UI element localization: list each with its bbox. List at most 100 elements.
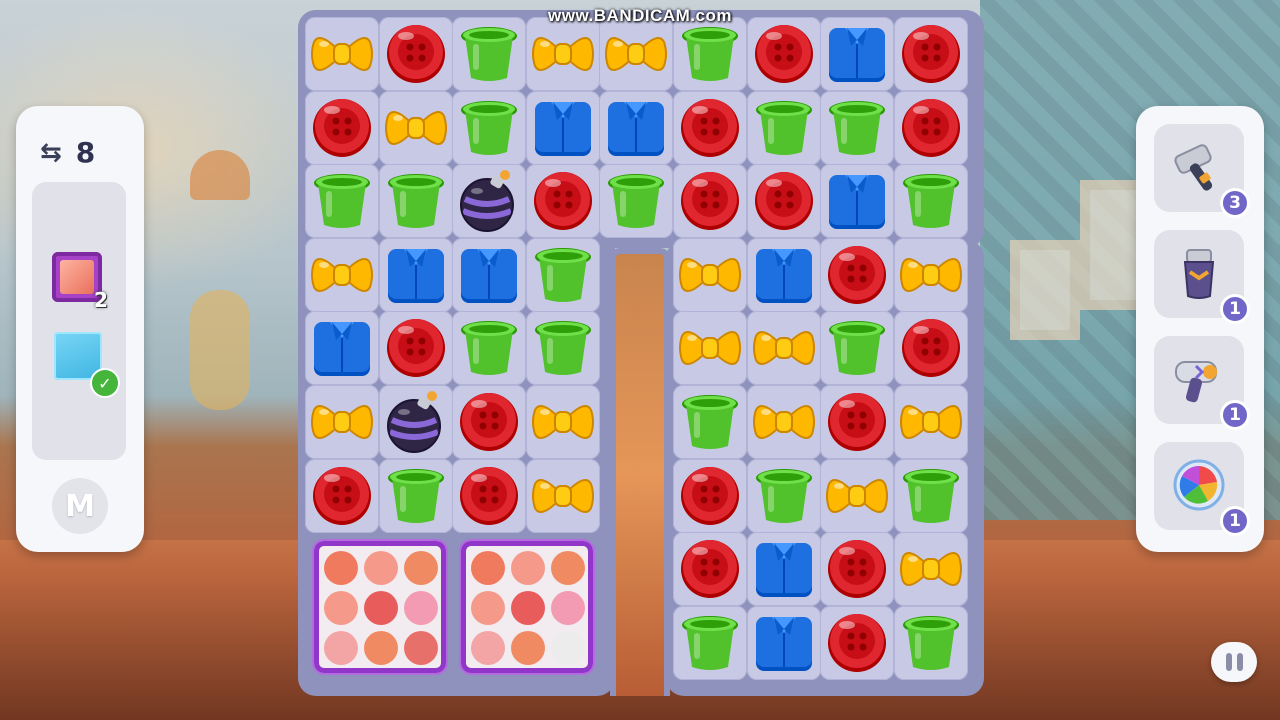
cup-piece[interactable]: [531, 316, 595, 380]
bow-piece[interactable]: [310, 243, 374, 307]
booster-hammer[interactable]: 3: [1154, 124, 1250, 218]
shirt-piece[interactable]: [825, 169, 889, 233]
button-piece[interactable]: [531, 169, 595, 233]
shirt-piece[interactable]: [604, 96, 668, 160]
pegboard-blocker: [461, 541, 594, 674]
bow-piece[interactable]: [752, 390, 816, 454]
bow-piece[interactable]: [384, 96, 448, 160]
cup-piece[interactable]: [678, 611, 742, 675]
bow-piece[interactable]: [752, 316, 816, 380]
recorder-watermark: www.BANDICAM.com: [548, 6, 732, 25]
bow-piece[interactable]: [678, 316, 742, 380]
bow-piece[interactable]: [531, 22, 595, 86]
button-piece[interactable]: [899, 316, 963, 380]
bow-piece[interactable]: [899, 243, 963, 307]
button-piece[interactable]: [752, 169, 816, 233]
cup-piece[interactable]: [752, 464, 816, 528]
button-piece[interactable]: [384, 316, 448, 380]
board-gap: [610, 248, 670, 696]
pause-icon: [1236, 653, 1243, 671]
goal-complete-check-icon: ✓: [90, 368, 120, 398]
bow-piece[interactable]: [310, 22, 374, 86]
bow-piece[interactable]: [899, 537, 963, 601]
bow-piece[interactable]: [899, 390, 963, 454]
button-piece[interactable]: [752, 22, 816, 86]
button-piece[interactable]: [678, 169, 742, 233]
cup-piece[interactable]: [604, 169, 668, 233]
button-piece[interactable]: [310, 464, 374, 528]
hammer-icon: [1174, 144, 1213, 191]
shirt-piece[interactable]: [825, 22, 889, 86]
booster-count: 1: [1220, 294, 1250, 324]
cup-piece[interactable]: [825, 96, 889, 160]
background-picture-frame: [1010, 240, 1080, 340]
cup-piece[interactable]: [899, 169, 963, 233]
cup-piece[interactable]: [457, 316, 521, 380]
bow-piece[interactable]: [678, 243, 742, 307]
pause-icon: [1225, 653, 1232, 671]
cup-piece[interactable]: [825, 316, 889, 380]
cup-piece[interactable]: [678, 390, 742, 454]
peg-dot: [511, 591, 546, 626]
color-shuffle-icon: [1173, 459, 1225, 511]
shirt-piece[interactable]: [752, 537, 816, 601]
button-piece[interactable]: [457, 390, 521, 454]
bow-piece[interactable]: [604, 22, 668, 86]
cup-piece[interactable]: [457, 22, 521, 86]
peg-dot: [551, 631, 586, 666]
button-piece[interactable]: [384, 22, 448, 86]
peg-dot: [324, 591, 358, 626]
boosters-panel: 3 1 1 1: [1136, 106, 1264, 552]
button-piece[interactable]: [457, 464, 521, 528]
shirt-piece[interactable]: [752, 243, 816, 307]
cup-piece[interactable]: [531, 243, 595, 307]
bow-piece[interactable]: [310, 390, 374, 454]
goal-count: 2: [94, 288, 108, 312]
button-piece[interactable]: [310, 96, 374, 160]
bow-piece[interactable]: [531, 390, 595, 454]
peg-dot: [511, 631, 546, 666]
button-piece[interactable]: [678, 96, 742, 160]
bow-piece[interactable]: [825, 464, 889, 528]
bow-piece[interactable]: [531, 464, 595, 528]
peg-dot: [364, 551, 398, 586]
cup-piece[interactable]: [384, 169, 448, 233]
booster-count: 3: [1220, 188, 1250, 218]
booster-shaver[interactable]: 1: [1154, 230, 1250, 324]
background-lamp: [190, 150, 250, 200]
booster-m-badge[interactable]: M: [52, 478, 108, 534]
button-piece[interactable]: [825, 390, 889, 454]
cup-piece[interactable]: [384, 464, 448, 528]
shirt-piece[interactable]: [384, 243, 448, 307]
moves-remaining: 8: [75, 136, 96, 169]
button-piece[interactable]: [899, 96, 963, 160]
button-piece[interactable]: [678, 464, 742, 528]
bomb-piece[interactable]: [384, 390, 448, 454]
peg-dot: [364, 591, 398, 626]
button-piece[interactable]: [678, 537, 742, 601]
cup-piece[interactable]: [752, 96, 816, 160]
cup-piece[interactable]: [899, 611, 963, 675]
cup-piece[interactable]: [310, 169, 374, 233]
bomb-piece[interactable]: [457, 169, 521, 233]
shirt-piece[interactable]: [531, 96, 595, 160]
shirt-piece[interactable]: [752, 611, 816, 675]
button-piece[interactable]: [825, 243, 889, 307]
shirt-piece[interactable]: [457, 243, 521, 307]
peg-dot: [324, 631, 358, 666]
pause-button[interactable]: [1211, 642, 1257, 682]
booster-color-shuffle[interactable]: 1: [1154, 442, 1250, 536]
button-piece[interactable]: [825, 611, 889, 675]
shirt-piece[interactable]: [310, 316, 374, 380]
button-piece[interactable]: [899, 22, 963, 86]
peg-dot: [404, 591, 438, 626]
button-piece[interactable]: [825, 537, 889, 601]
cup-piece[interactable]: [457, 96, 521, 160]
goals-list: 2 ✓: [32, 182, 126, 460]
peg-dot: [551, 591, 586, 626]
cup-piece[interactable]: [899, 464, 963, 528]
booster-hair-dryer[interactable]: 1: [1154, 336, 1250, 430]
cup-piece[interactable]: [678, 22, 742, 86]
level-info-panel: ⇆ 8 2 ✓ M: [16, 106, 144, 552]
moves-counter: ⇆ 8: [40, 136, 95, 169]
